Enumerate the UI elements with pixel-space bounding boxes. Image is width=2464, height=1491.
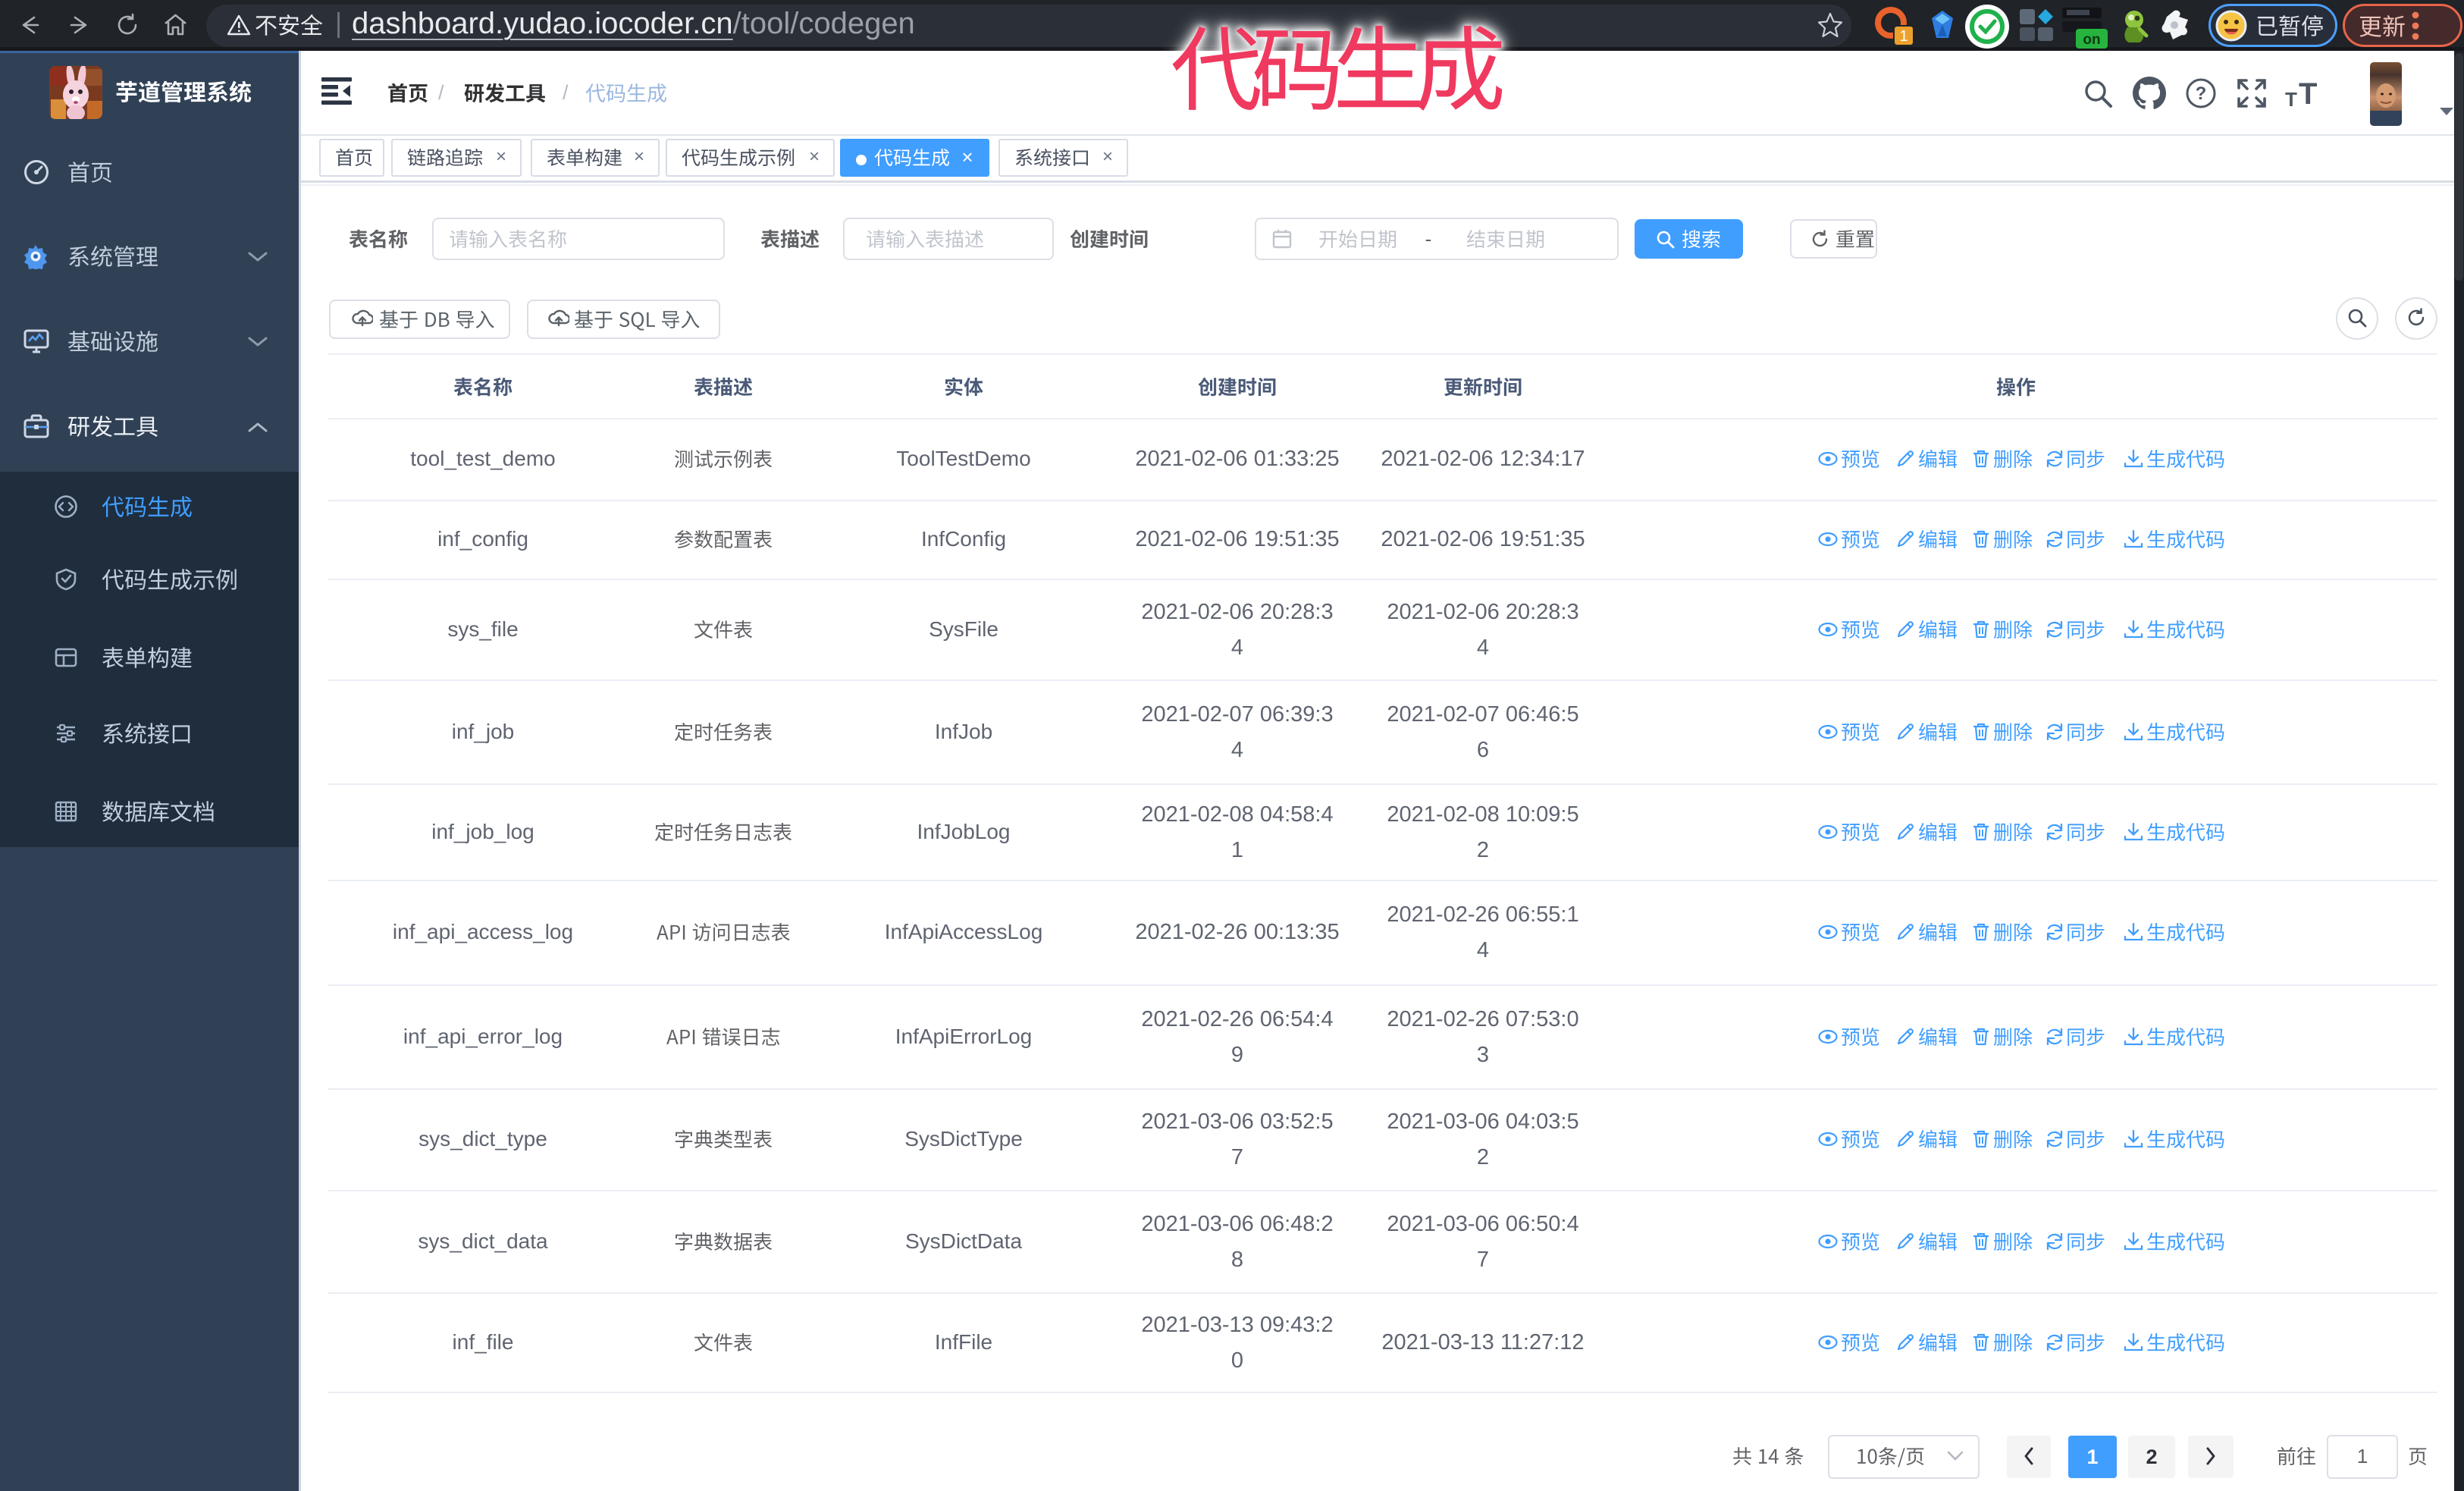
svg-text:1: 1 <box>1899 28 1908 45</box>
svg-text:on: on <box>2083 32 2100 48</box>
svg-text:?: ? <box>2196 83 2207 104</box>
